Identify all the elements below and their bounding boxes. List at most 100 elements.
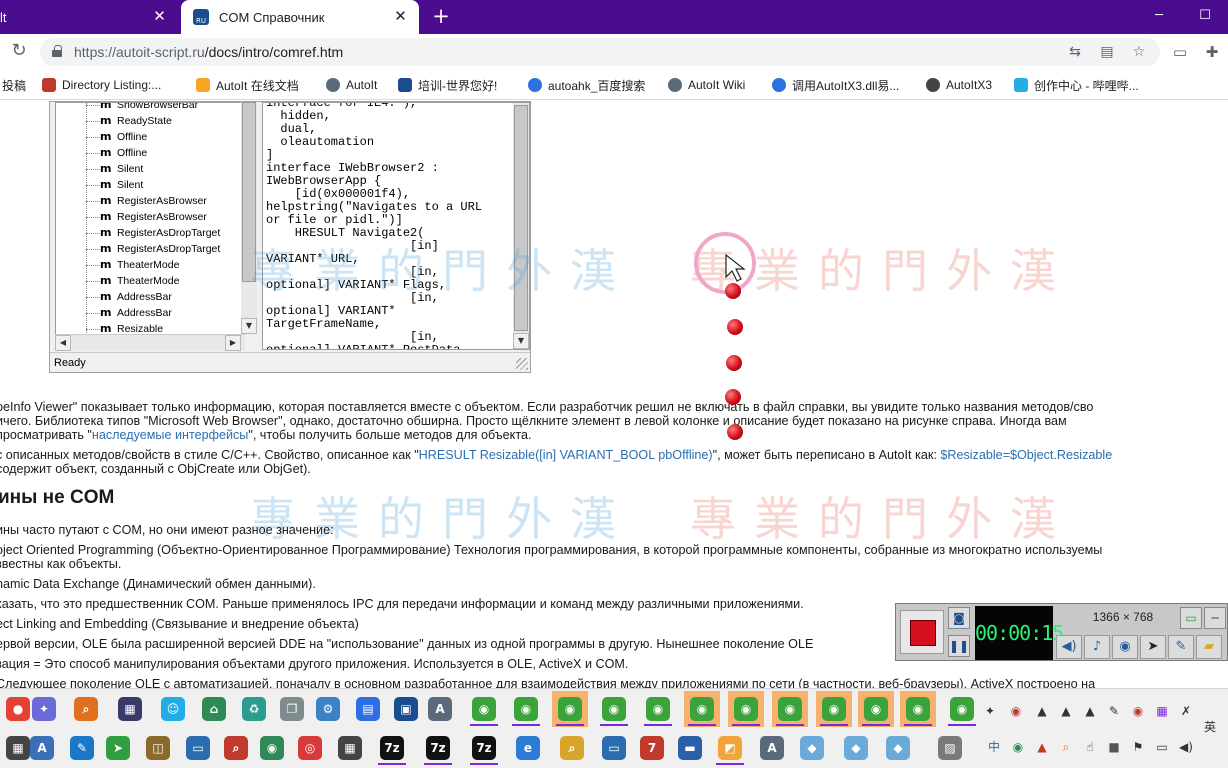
tray-icon[interactable]: ▲ bbox=[1034, 703, 1050, 719]
bookmark-item[interactable]: 培训-世界您好! bbox=[398, 76, 497, 94]
7zip-icon[interactable]: 7z bbox=[420, 730, 456, 766]
globe-icon[interactable]: ◉ bbox=[816, 691, 852, 727]
tray-icon[interactable]: ■ bbox=[1106, 739, 1122, 755]
scroll-left-icon[interactable]: ◀ bbox=[55, 335, 71, 351]
globe-icon[interactable]: ◉ bbox=[552, 691, 588, 727]
reload-icon[interactable]: ↻ bbox=[8, 40, 30, 62]
scroll-down-icon[interactable]: ▼ bbox=[241, 318, 257, 334]
glass-icon[interactable]: ◆ bbox=[880, 730, 916, 766]
close-icon[interactable]: ✕ bbox=[392, 8, 409, 25]
tray-icon[interactable]: ▲ bbox=[1034, 739, 1050, 755]
magnifier-icon[interactable]: ⌕ bbox=[218, 730, 254, 766]
tree-horizontal-scrollbar[interactable]: ◀ ▶ bbox=[55, 334, 245, 351]
code-vertical-scrollbar[interactable]: ▼ bbox=[513, 103, 529, 349]
window-icon[interactable]: ▭ bbox=[180, 730, 216, 766]
autoit-icon[interactable]: A bbox=[422, 691, 458, 727]
tree-item[interactable]: m Offline bbox=[56, 129, 244, 145]
ie-icon[interactable]: e bbox=[510, 730, 546, 766]
computer-icon[interactable]: ▣ bbox=[388, 691, 424, 727]
tab-previous[interactable]: lt ✕ bbox=[0, 0, 178, 34]
cursor-tool-icon[interactable]: ➤ bbox=[1140, 635, 1166, 659]
record-button[interactable] bbox=[900, 610, 944, 654]
screen-mode-icon[interactable]: ▭ bbox=[1180, 607, 1202, 629]
glass-icon[interactable]: ◆ bbox=[794, 730, 830, 766]
bookmark-item[interactable]: AutoIt 在线文档 bbox=[196, 76, 299, 94]
extensions-icon[interactable]: ✚ bbox=[1202, 42, 1222, 62]
tree-item[interactable]: m TheaterMode bbox=[56, 257, 244, 273]
search-tool-icon[interactable]: ⌕ bbox=[68, 691, 104, 727]
ime-indicator[interactable]: 英 bbox=[1202, 719, 1218, 735]
globe-icon[interactable]: ◉ bbox=[684, 691, 720, 727]
tab-comref[interactable]: RU COM Справочник ✕ bbox=[181, 0, 419, 34]
microphone-icon[interactable]: ♪ bbox=[1084, 635, 1110, 659]
ime-chinese-indicator[interactable]: 中 bbox=[986, 739, 1002, 755]
folder-search-icon[interactable]: ⌕ bbox=[554, 730, 590, 766]
tray-record-icon[interactable]: ◉ bbox=[1008, 703, 1024, 719]
sticky-icon[interactable]: ◩ bbox=[712, 730, 748, 766]
tray-icon[interactable]: ◉ bbox=[1130, 703, 1146, 719]
reading-list-icon[interactable]: ▭ bbox=[1170, 42, 1190, 62]
maximize-button[interactable]: ☐ bbox=[1182, 0, 1228, 34]
scroll-right-icon[interactable]: ▶ bbox=[225, 335, 241, 351]
globe-icon[interactable]: ◉ bbox=[596, 691, 632, 727]
tray-icon[interactable]: ✦ bbox=[982, 703, 998, 719]
bookmark-item[interactable]: 创作中心 - 哔哩哔... bbox=[1014, 76, 1139, 94]
bookmark-item[interactable]: AutoIt Wiki bbox=[668, 76, 745, 94]
glass-icon[interactable]: ◆ bbox=[838, 730, 874, 766]
tray-search-icon[interactable]: ⌕ bbox=[1058, 739, 1074, 755]
globe-icon[interactable]: ◉ bbox=[254, 730, 290, 766]
bookmark-item[interactable]: Directory Listing:... bbox=[42, 76, 161, 94]
pause-icon[interactable]: ❚❚ bbox=[948, 635, 970, 657]
bookmark-item[interactable]: AutoItX3 bbox=[926, 76, 992, 94]
tray-globe-icon[interactable]: ◉ bbox=[1010, 739, 1026, 755]
tree-item[interactable]: m AddressBar bbox=[56, 289, 244, 305]
tree-item[interactable]: m ReadyState bbox=[56, 113, 244, 129]
java-icon[interactable]: 7 bbox=[634, 730, 670, 766]
camera-icon[interactable]: ◙ bbox=[948, 607, 970, 629]
minimize-panel-icon[interactable]: ─ bbox=[1204, 607, 1226, 629]
globe-icon[interactable]: ◉ bbox=[944, 691, 980, 727]
reader-mode-icon[interactable]: ▤ bbox=[1098, 43, 1116, 61]
autoit-icon[interactable]: A bbox=[754, 730, 790, 766]
globe-icon[interactable]: ◉ bbox=[772, 691, 808, 727]
tree-item[interactable]: m RegisterAsBrowser bbox=[56, 193, 244, 209]
tree-item[interactable]: m TheaterMode bbox=[56, 273, 244, 289]
tray-flag-icon[interactable]: ⚑ bbox=[1130, 739, 1146, 755]
bookmark-item[interactable]: 投稿 bbox=[2, 76, 26, 94]
bookmark-star-icon[interactable]: ☆ bbox=[1130, 43, 1148, 61]
tray-icon[interactable]: ▲ bbox=[1058, 703, 1074, 719]
tree-item[interactable]: m Silent bbox=[56, 177, 244, 193]
tray-cursor-icon[interactable]: ☝ bbox=[1082, 739, 1098, 755]
scroll-down-icon[interactable]: ▼ bbox=[513, 333, 529, 349]
new-tab-button[interactable]: + bbox=[430, 5, 452, 27]
bookmark-item[interactable]: AutoIt bbox=[326, 76, 377, 94]
globe-icon[interactable]: ◉ bbox=[508, 691, 544, 727]
volume-icon[interactable]: ◀) bbox=[1178, 739, 1194, 755]
globe-icon[interactable]: ◉ bbox=[640, 691, 676, 727]
folder-icon[interactable]: ▰ bbox=[1196, 635, 1222, 659]
copy-icon[interactable]: ❐ bbox=[274, 691, 310, 727]
tray-icon[interactable]: ▲ bbox=[1082, 703, 1098, 719]
tree-item[interactable]: m AddressBar bbox=[56, 305, 244, 321]
tray-icon[interactable]: ✎ bbox=[1106, 703, 1122, 719]
tree-item[interactable]: m Silent bbox=[56, 161, 244, 177]
7zip-icon[interactable]: 7z bbox=[374, 730, 410, 766]
network-icon[interactable]: ⌂ bbox=[196, 691, 232, 727]
url-text[interactable]: https://autoit-script.ru/docs/intro/comr… bbox=[74, 44, 343, 60]
settings-icon[interactable]: ⚙ bbox=[310, 691, 346, 727]
network-tray-icon[interactable]: ▭ bbox=[1154, 739, 1170, 755]
recycle-icon[interactable]: ♻ bbox=[236, 691, 272, 727]
calendar-icon[interactable]: ▦ bbox=[332, 730, 368, 766]
database-icon[interactable]: ▤ bbox=[350, 691, 386, 727]
weibo-icon[interactable]: ◎ bbox=[292, 730, 328, 766]
webcam-icon[interactable]: ◉ bbox=[1112, 635, 1138, 659]
autoit-editor-icon[interactable]: A bbox=[24, 730, 60, 766]
rocket-icon[interactable]: ✦ bbox=[26, 691, 62, 727]
tree-item[interactable]: m ShowBrowserBar bbox=[56, 103, 244, 113]
address-bar[interactable]: https://autoit-script.ru/docs/intro/comr… bbox=[40, 38, 1160, 66]
pen-icon[interactable]: ✎ bbox=[1168, 635, 1194, 659]
7zip-icon[interactable]: 7z bbox=[466, 730, 502, 766]
minimize-button[interactable]: ─ bbox=[1136, 0, 1182, 34]
remote-icon[interactable]: ▭ bbox=[596, 730, 632, 766]
translate-icon[interactable]: ⇆ bbox=[1066, 43, 1084, 61]
